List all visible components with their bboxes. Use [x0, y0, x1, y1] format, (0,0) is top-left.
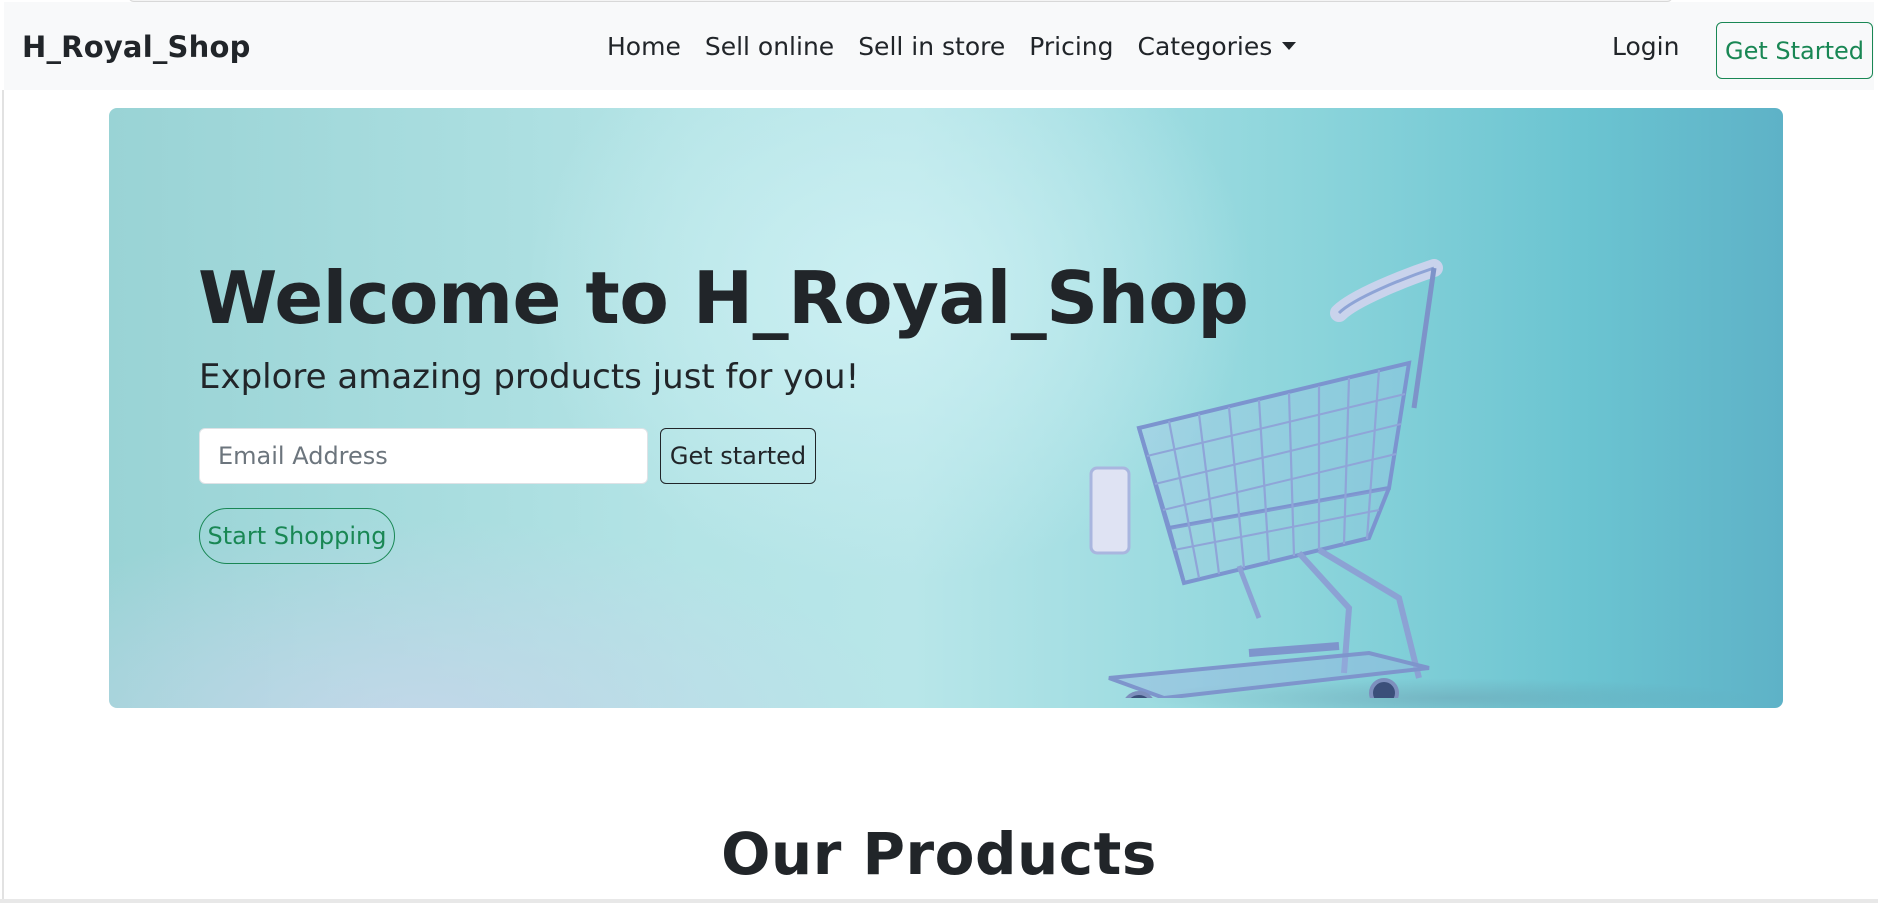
hero-title: Welcome to H_Royal_Shop [198, 256, 1249, 340]
hero-banner: Welcome to H_Royal_Shop Explore amazing … [109, 108, 1783, 708]
nav-dropdown-categories-label: Categories [1137, 32, 1273, 61]
nav-link-home[interactable]: Home [607, 32, 681, 61]
nav-links: Home Sell online Sell in store Pricing C… [607, 32, 1320, 61]
left-edge-divider [2, 90, 4, 900]
nav-dropdown-categories[interactable]: Categories [1138, 32, 1297, 61]
bottom-edge [0, 899, 1878, 903]
nav-link-pricing[interactable]: Pricing [1029, 32, 1113, 61]
start-shopping-button[interactable]: Start Shopping [199, 508, 395, 564]
brand-logo[interactable]: H_Royal_Shop [22, 30, 251, 64]
login-link[interactable]: Login [1612, 32, 1679, 61]
get-started-nav-button[interactable]: Get Started [1716, 22, 1873, 79]
get-started-button[interactable]: Get started [660, 428, 816, 484]
products-heading: Our Products [721, 820, 1157, 888]
nav-link-sell-online[interactable]: Sell online [705, 32, 834, 61]
caret-down-icon [1282, 42, 1297, 50]
hero-subtitle: Explore amazing products just for you! [199, 357, 860, 397]
email-input[interactable] [199, 428, 648, 484]
navbar: H_Royal_Shop Home Sell online Sell in st… [4, 2, 1874, 90]
nav-link-sell-in-store[interactable]: Sell in store [858, 32, 1005, 61]
